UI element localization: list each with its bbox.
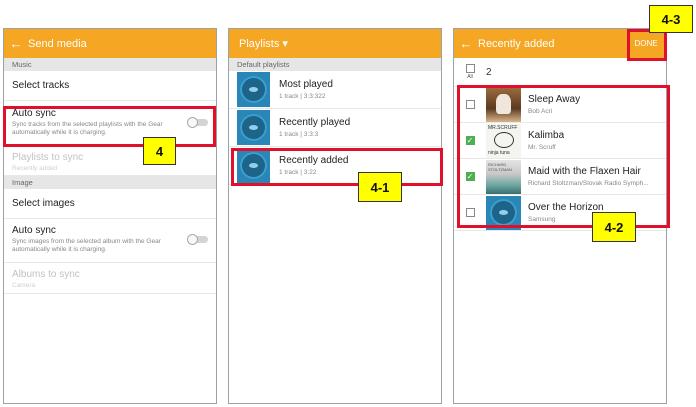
auto-sync-image-description: Sync images from the selected album with… bbox=[12, 238, 161, 253]
playlist-art bbox=[237, 110, 270, 145]
selected-count: 2 bbox=[486, 66, 492, 78]
playlist-art bbox=[237, 72, 270, 107]
playlists-title: Playlists bbox=[239, 38, 280, 50]
select-all-checkbox[interactable] bbox=[465, 64, 475, 73]
playlists-to-sync-value: Recently added bbox=[12, 165, 58, 172]
select-tracks-label: Select tracks bbox=[12, 80, 70, 91]
screen-title: Recently added bbox=[478, 37, 555, 50]
albums-to-sync-value: Camera bbox=[12, 282, 36, 289]
screen-title: Send media bbox=[28, 37, 87, 50]
select-images-item[interactable]: Select images bbox=[4, 189, 216, 219]
playlists-to-sync-item[interactable]: Playlists to sync Recently added bbox=[4, 145, 216, 176]
auto-sync-image-item[interactable]: Auto sync Sync images from the selected … bbox=[4, 219, 216, 263]
callout-badge: 4-1 bbox=[358, 172, 402, 202]
caret-down-icon: ▾ bbox=[282, 38, 288, 50]
auto-sync-image-toggle[interactable] bbox=[187, 234, 208, 245]
playlists-dropdown[interactable]: Playlists ▾ bbox=[239, 37, 441, 50]
toggle-knob bbox=[187, 234, 198, 245]
app-bar: Playlists ▾ bbox=[229, 29, 441, 58]
disc-icon bbox=[240, 114, 267, 141]
highlight-track-list bbox=[457, 85, 670, 228]
auto-sync-label-2: Auto sync bbox=[12, 225, 56, 236]
callout-badge: 4 bbox=[143, 137, 176, 165]
back-arrow-icon[interactable]: ← bbox=[4, 36, 28, 51]
playlist-item-recently-played[interactable]: Recently played 1 track | 3:3:3 bbox=[229, 109, 441, 147]
select-all-row: All 2 bbox=[454, 58, 666, 87]
highlight-recently-added bbox=[231, 148, 443, 186]
callout-badge: 4-3 bbox=[649, 5, 693, 33]
back-arrow-icon[interactable]: ← bbox=[454, 36, 478, 51]
app-bar: ← Send media bbox=[4, 29, 216, 58]
send-media-screen: ← Send media Music Select tracks Auto sy… bbox=[3, 28, 217, 404]
all-label: All bbox=[467, 74, 473, 80]
playlist-item-most-played[interactable]: Most played 1 track | 3:3:322 bbox=[229, 71, 441, 109]
albums-to-sync-label: Albums to sync bbox=[12, 269, 80, 280]
select-tracks-item[interactable]: Select tracks bbox=[4, 71, 216, 101]
callout-badge: 4-2 bbox=[592, 212, 636, 242]
select-images-label: Select images bbox=[12, 198, 75, 209]
music-section-header: Music bbox=[4, 58, 216, 71]
albums-to-sync-item[interactable]: Albums to sync Camera bbox=[4, 263, 216, 294]
playlist-name: Most played bbox=[279, 79, 333, 90]
highlight-done bbox=[627, 29, 667, 61]
playlist-name: Recently played bbox=[279, 117, 351, 128]
disc-icon bbox=[240, 76, 267, 103]
playlist-meta: 1 track | 3:3:322 bbox=[279, 93, 326, 100]
highlight-auto-sync bbox=[3, 106, 216, 147]
image-section-header: Image bbox=[4, 176, 216, 189]
default-playlists-header: Default playlists bbox=[229, 58, 441, 71]
playlists-to-sync-label: Playlists to sync bbox=[12, 152, 84, 163]
playlists-screen: Playlists ▾ Default playlists Most playe… bbox=[228, 28, 442, 404]
playlist-meta: 1 track | 3:3:3 bbox=[279, 131, 319, 138]
